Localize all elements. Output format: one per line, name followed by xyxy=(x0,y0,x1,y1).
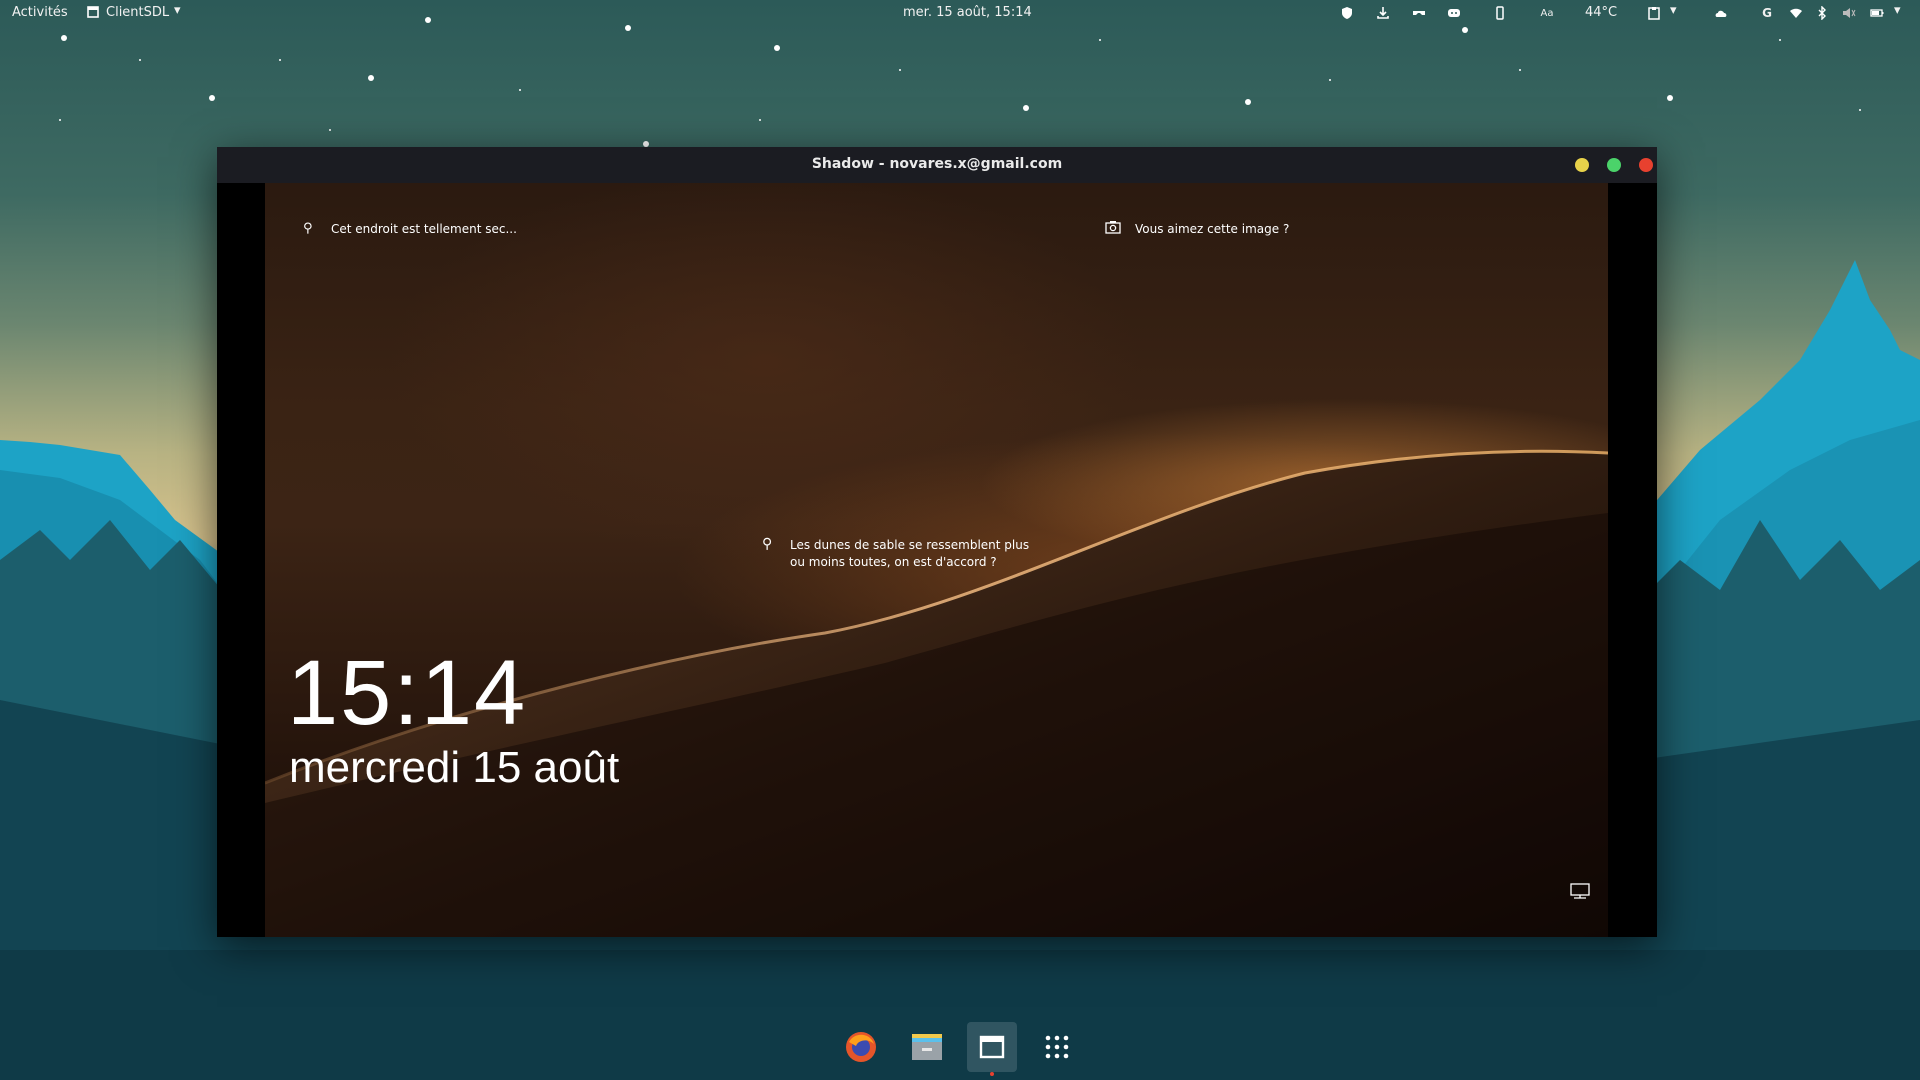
center-hint-line1[interactable]: Les dunes de sable se ressemblent plus xyxy=(790,538,1029,552)
files-icon[interactable] xyxy=(902,1022,952,1072)
app-menu-button[interactable]: ClientSDL xyxy=(106,5,169,20)
windows-lock-screen[interactable]: ⚲ Cet endroit est tellement sec... Vous … xyxy=(265,183,1608,937)
center-search-icon[interactable]: ⚲ xyxy=(762,536,772,552)
cloud-icon[interactable] xyxy=(1712,4,1730,22)
lock-screen-date: mercredi 15 août xyxy=(289,743,620,792)
close-button[interactable] xyxy=(1639,158,1653,172)
font-icon[interactable]: Aa xyxy=(1538,4,1556,22)
discord-icon[interactable] xyxy=(1445,4,1463,22)
window-titlebar[interactable]: Shadow - novares.x@gmail.com xyxy=(217,147,1657,183)
phone-icon[interactable] xyxy=(1491,4,1509,22)
top-right-hint[interactable]: Vous aimez cette image ? xyxy=(1135,222,1289,236)
lock-screen-time: 15:14 xyxy=(287,642,528,744)
app-menu-window-icon xyxy=(84,3,102,21)
bluetooth-icon[interactable] xyxy=(1813,4,1831,22)
google-icon[interactable]: G xyxy=(1758,4,1776,22)
download-icon[interactable] xyxy=(1374,4,1392,22)
clipboard-icon[interactable] xyxy=(1645,4,1663,22)
wifi-icon[interactable] xyxy=(1787,4,1805,22)
volume-icon[interactable] xyxy=(1840,4,1858,22)
top-left-hint[interactable]: Cet endroit est tellement sec... xyxy=(331,222,517,236)
shadow-window[interactable]: Shadow - novares.x@gmail.com ⚲ Cet endro… xyxy=(217,147,1657,937)
battery-icon[interactable] xyxy=(1868,4,1886,22)
window-app-icon[interactable] xyxy=(967,1022,1017,1072)
activities-button[interactable]: Activités xyxy=(12,5,68,20)
network-icon[interactable] xyxy=(1570,883,1590,905)
maximize-button[interactable] xyxy=(1607,158,1621,172)
running-indicator xyxy=(990,1072,994,1076)
search-icon[interactable]: ⚲ xyxy=(303,221,313,236)
minimize-button[interactable] xyxy=(1575,158,1589,172)
center-hint-line2[interactable]: ou moins toutes, on est d'accord ? xyxy=(790,555,997,569)
firefox-icon[interactable] xyxy=(836,1022,886,1072)
clipboard-chevron-down-icon: ▾ xyxy=(1670,3,1677,18)
top-bar: Activités ClientSDL ▾ mer. 15 août, 15:1… xyxy=(0,0,1920,26)
stars xyxy=(59,17,1861,147)
dock xyxy=(836,1018,1084,1076)
clock-button[interactable]: mer. 15 août, 15:14 xyxy=(903,5,1032,20)
app-grid-icon[interactable] xyxy=(1032,1022,1082,1072)
system-menu-chevron-down-icon[interactable]: ▾ xyxy=(1894,3,1901,18)
camera-icon[interactable] xyxy=(1105,219,1121,238)
game-controller-icon[interactable] xyxy=(1410,4,1428,22)
window-title: Shadow - novares.x@gmail.com xyxy=(811,156,1063,172)
temperature-indicator[interactable]: 44°C xyxy=(1585,5,1617,20)
remote-desktop-view[interactable]: ⚲ Cet endroit est tellement sec... Vous … xyxy=(217,183,1657,937)
shield-icon[interactable] xyxy=(1338,4,1356,22)
app-menu-chevron-down-icon: ▾ xyxy=(174,3,181,18)
